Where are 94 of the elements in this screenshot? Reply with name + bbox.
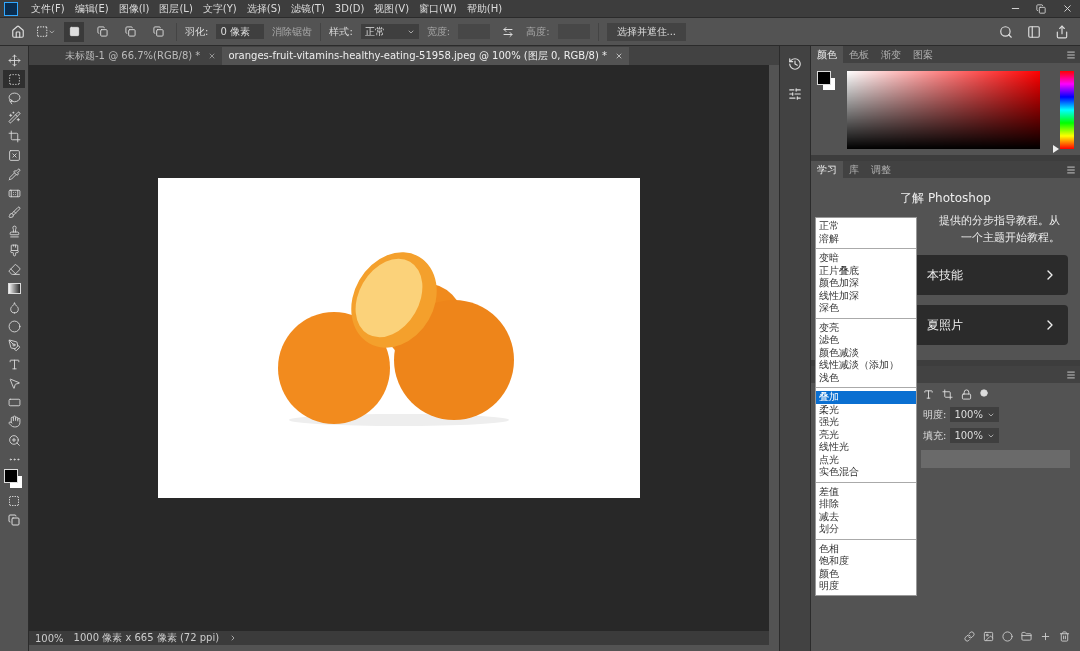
marquee-icon[interactable]: [3, 70, 25, 88]
feather-label: 羽化:: [185, 24, 209, 39]
height-label: 高度:: [526, 24, 550, 39]
learn-title: 了解 Photoshop: [900, 190, 991, 207]
menu-option[interactable]: 划分: [816, 523, 916, 536]
menu-item[interactable]: 选择(S): [241, 1, 286, 16]
dot-icon[interactable]: [980, 389, 988, 397]
antialias-label: 消除锯齿: [272, 24, 313, 39]
menu-item[interactable]: 文字(Y): [197, 1, 242, 16]
menu-option[interactable]: 差值: [816, 485, 916, 498]
menu-option[interactable]: 叠加: [816, 391, 916, 404]
trash-icon[interactable]: [1059, 630, 1070, 642]
marquee-icon: [36, 25, 49, 38]
lock-icon[interactable]: [961, 389, 972, 400]
slider-thumb[interactable]: [1053, 145, 1060, 153]
caret-icon: [48, 27, 56, 36]
new-layer-icon[interactable]: [1040, 630, 1051, 642]
fill-field[interactable]: 100%: [950, 428, 999, 443]
menu-option[interactable]: 饱和度: [816, 555, 916, 568]
panel-icon: [1027, 24, 1041, 39]
type-filter-icon[interactable]: [923, 389, 934, 400]
fill-label: 填充:: [923, 428, 947, 443]
menu-item[interactable]: 编辑(E): [69, 1, 114, 16]
color-swatches[interactable]: [817, 71, 837, 93]
panel-tab[interactable]: 渐变: [875, 46, 907, 63]
close-icon[interactable]: [615, 52, 623, 60]
document-info: 1000 像素 x 665 像素 (72 ppi): [73, 631, 220, 645]
learn-text: 一个主题开始教程。: [961, 230, 1061, 245]
menu-option[interactable]: 实色混合: [816, 466, 916, 479]
menu-option[interactable]: 颜色减淡: [816, 346, 916, 359]
menu-item[interactable]: 帮助(H): [461, 1, 508, 16]
document-tab[interactable]: oranges-fruit-vitamins-healthy-eating-51958.jpeg @ 100% (图层 0, RGB/8) *: [222, 47, 629, 65]
menu-item[interactable]: 滤镜(T): [285, 1, 330, 16]
menu-option[interactable]: 排除: [816, 498, 916, 511]
panel-menu-icon[interactable]: [1066, 369, 1076, 380]
style-label: 样式:: [329, 24, 353, 39]
sliders-icon: [788, 87, 802, 101]
search-icon: [999, 24, 1013, 39]
menu-option[interactable]: 线性减淡（添加）: [816, 359, 916, 372]
close-icon: [1061, 3, 1073, 14]
menu-item[interactable]: 图像(I): [113, 1, 155, 16]
restore-icon: [1036, 3, 1046, 14]
feather-field[interactable]: 0 像素: [216, 24, 265, 39]
mask-icon[interactable]: [983, 630, 994, 642]
opacity-label: 明度:: [923, 407, 947, 422]
learn-text: 提供的分步指导教程。从: [939, 213, 1061, 228]
menu-option[interactable]: 线性光: [816, 441, 916, 454]
panel-menu-icon[interactable]: [1066, 49, 1076, 60]
menu-item[interactable]: 窗口(W): [414, 1, 462, 16]
new-selection-button[interactable]: [64, 21, 84, 42]
panel-tab[interactable]: 学习: [811, 161, 843, 178]
panel-tab[interactable]: 调整: [865, 161, 897, 178]
color-swatches[interactable]: [4, 469, 24, 491]
panel-tab[interactable]: 颜色: [811, 46, 843, 63]
panel-tab[interactable]: 图案: [907, 46, 939, 63]
link-icon[interactable]: [964, 630, 975, 642]
history-icon: [788, 57, 802, 71]
close-icon[interactable]: [208, 52, 217, 60]
squares-icon: [124, 26, 136, 37]
width-label: 宽度:: [426, 24, 451, 39]
screen-mode-icon: [8, 514, 20, 526]
share-icon: [1055, 24, 1069, 39]
menu-option[interactable]: 颜色: [816, 567, 916, 580]
menu-option[interactable]: 溶解: [816, 232, 916, 245]
squares-icon: [96, 26, 108, 37]
squares-icon: [152, 26, 164, 37]
menu-item[interactable]: 文件(F): [26, 1, 70, 16]
menu-option[interactable]: 强光: [816, 416, 916, 429]
menu-item[interactable]: 图层(L): [154, 1, 198, 16]
panel-tab[interactable]: 色板: [843, 46, 875, 63]
zoom-level: 100%: [35, 632, 64, 644]
crop-filter-icon[interactable]: [942, 389, 953, 400]
app-logo: [4, 1, 18, 16]
select-mask-button[interactable]: 选择并遮住...: [606, 22, 687, 41]
menu-option[interactable]: 色相: [816, 542, 916, 555]
menu-item[interactable]: 视图(V): [369, 1, 415, 16]
menu-option[interactable]: 减去: [816, 510, 916, 523]
home-icon: [11, 24, 25, 39]
menu-option[interactable]: 点光: [816, 453, 916, 466]
opacity-field[interactable]: 100%: [950, 407, 999, 422]
panel-menu-icon[interactable]: [1066, 164, 1076, 175]
menu-item[interactable]: 3D(D): [329, 3, 370, 14]
folder-icon[interactable]: [1021, 630, 1032, 642]
panel-tab[interactable]: 库: [843, 161, 865, 178]
square-icon: [68, 26, 80, 37]
menu-option[interactable]: 明度: [816, 580, 916, 593]
menu-option[interactable]: 正常: [816, 220, 916, 233]
style-dropdown[interactable]: 正常: [360, 24, 419, 39]
menu-option[interactable]: 柔光: [816, 403, 916, 416]
color-picker[interactable]: [846, 71, 1041, 149]
quick-mask-icon: [8, 495, 20, 507]
swap-icon: [502, 25, 515, 38]
menu-option[interactable]: 亮光: [816, 428, 916, 441]
adjustment-icon[interactable]: [1002, 630, 1013, 642]
